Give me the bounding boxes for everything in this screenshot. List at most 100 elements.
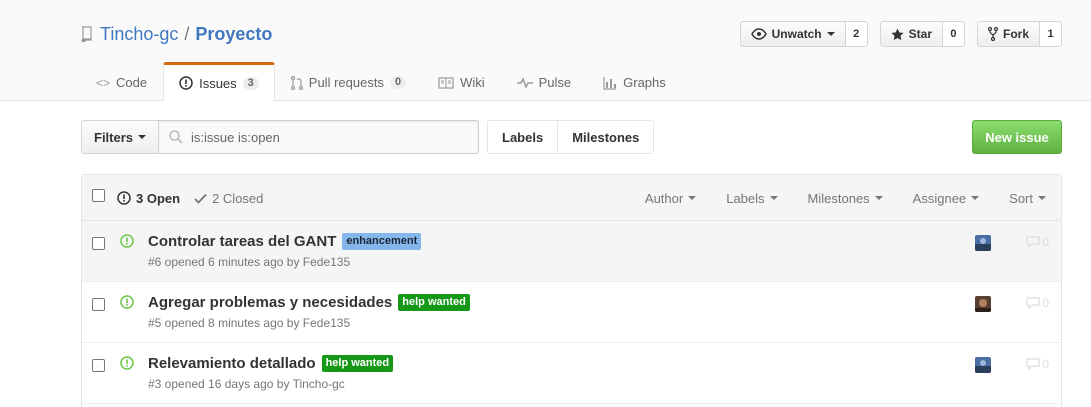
comment-icon: [1026, 358, 1040, 370]
issue-checkbox[interactable]: [92, 298, 105, 311]
pulse-icon: [516, 76, 533, 89]
comment-icon: [1026, 297, 1040, 309]
issue-opened-icon: [117, 191, 131, 205]
issue-meta: #5 opened 8 minutes ago by Fede135: [148, 316, 351, 330]
avatar[interactable]: [975, 235, 991, 251]
open-issues-toggle[interactable]: 3 Open: [117, 191, 180, 206]
tab-issues-label: Issues: [199, 75, 237, 91]
unwatch-label: Unwatch: [771, 27, 822, 41]
search-icon: [169, 130, 183, 144]
issue-opened-icon: [120, 356, 134, 370]
avatar[interactable]: [975, 296, 991, 312]
check-icon: [194, 193, 207, 204]
issue-title-wrap: Relevamiento detallado help wanted: [148, 355, 394, 373]
closed-issues-toggle[interactable]: 2 Closed: [194, 191, 263, 206]
labels-filter-label: Labels: [726, 190, 765, 206]
unwatch-button[interactable]: Unwatch: [739, 21, 846, 47]
tab-graphs[interactable]: Graphs: [587, 62, 682, 101]
repo-name-link[interactable]: Proyecto: [195, 24, 272, 45]
issues-counter: 3: [242, 76, 259, 90]
table-row[interactable]: Controlar tareas del GANT enhancement #6…: [82, 221, 1061, 282]
repo-title: Tincho-gc / Proyecto: [80, 22, 272, 46]
tab-code[interactable]: <> Code: [80, 62, 163, 101]
fork-button[interactable]: Fork: [976, 21, 1040, 47]
issue-title-wrap: Agregar problemas y necesidades help wan…: [148, 294, 470, 312]
repo-nav: <> Code Issues 3 Pull requests 0 Wiki Pu…: [80, 62, 682, 102]
comments-link[interactable]: 0: [1026, 296, 1049, 310]
closed-state-label: 2 Closed: [212, 190, 264, 206]
issue-title-link[interactable]: Relevamiento detallado: [148, 355, 316, 372]
star-button[interactable]: Star: [879, 21, 943, 47]
milestones-filter[interactable]: Milestones: [793, 191, 898, 206]
comment-count: 0: [1042, 235, 1049, 249]
code-icon: <>: [96, 75, 111, 90]
issues-list: 3 Open 2 Closed Author Labels Milestones…: [81, 174, 1062, 407]
table-row[interactable]: Agregar problemas y necesidades help wan…: [82, 282, 1061, 343]
watchers-count[interactable]: 2: [845, 21, 868, 47]
stargazers-count[interactable]: 0: [942, 21, 965, 47]
tab-pull-requests[interactable]: Pull requests 0: [275, 62, 422, 101]
pulls-counter: 0: [389, 76, 407, 89]
sort-filter[interactable]: Sort: [994, 191, 1061, 206]
search-input[interactable]: is:issue is:open: [159, 120, 480, 154]
assignee-filter-label: Assignee: [912, 190, 967, 206]
select-all-checkbox[interactable]: [92, 189, 105, 202]
open-state-label: 3 Open: [136, 190, 181, 206]
issue-opened-icon: [120, 234, 134, 248]
repo-icon: [80, 25, 94, 43]
comment-count: 0: [1042, 296, 1049, 310]
forks-count[interactable]: 1: [1040, 21, 1062, 47]
tab-code-label: Code: [116, 75, 148, 90]
issue-label[interactable]: enhancement: [342, 233, 422, 251]
author-filter[interactable]: Author: [630, 191, 711, 206]
fork-icon: [987, 27, 998, 41]
tab-wiki-label: Wiki: [460, 75, 485, 90]
repo-header: Tincho-gc / Proyecto Unwatch 2 Star 0 Fo…: [0, 0, 1091, 102]
chevron-down-icon: [874, 196, 883, 200]
book-icon: [438, 76, 454, 89]
tab-issues[interactable]: Issues 3: [163, 62, 275, 102]
star-icon: [891, 27, 904, 40]
chevron-down-icon: [971, 196, 980, 200]
comment-icon: [1026, 236, 1040, 248]
fork-group: Fork 1: [976, 21, 1062, 47]
comments-link[interactable]: 0: [1026, 235, 1049, 249]
search-value: is:issue is:open: [191, 129, 280, 145]
labels-milestones-links: Labels Milestones: [487, 120, 655, 154]
labels-link[interactable]: Labels: [488, 121, 557, 153]
list-filters: Author Labels Milestones Assignee Sort: [630, 175, 1061, 221]
issue-label[interactable]: help wanted: [398, 294, 470, 312]
new-issue-button[interactable]: New issue: [972, 120, 1062, 154]
comments-link[interactable]: 0: [1026, 357, 1049, 371]
repo-owner-link[interactable]: Tincho-gc: [100, 24, 178, 45]
comment-count: 0: [1042, 357, 1049, 371]
chevron-down-icon: [769, 196, 778, 200]
issue-title-link[interactable]: Controlar tareas del GANT: [148, 233, 336, 250]
table-row[interactable]: Relevamiento detallado help wanted #3 op…: [82, 343, 1061, 404]
tab-wiki[interactable]: Wiki: [422, 62, 501, 101]
issue-states: 3 Open 2 Closed: [117, 175, 263, 221]
tab-graphs-label: Graphs: [623, 75, 666, 90]
chevron-down-icon: [688, 196, 697, 200]
eye-icon: [750, 28, 767, 40]
milestones-link[interactable]: Milestones: [557, 121, 653, 153]
issue-checkbox[interactable]: [92, 237, 105, 250]
pull-request-icon: [290, 75, 303, 90]
assignee-filter[interactable]: Assignee: [898, 191, 994, 206]
graph-icon: [603, 76, 617, 90]
issue-title-link[interactable]: Agregar problemas y necesidades: [148, 294, 392, 311]
filters-group: Filters is:issue is:open: [81, 120, 480, 154]
issue-checkbox[interactable]: [92, 359, 105, 372]
tab-pulse[interactable]: Pulse: [501, 62, 588, 101]
issue-label[interactable]: help wanted: [321, 355, 394, 373]
issue-meta: #3 opened 16 days ago by Tincho-gc: [148, 377, 345, 391]
filters-label: Filters: [94, 129, 134, 145]
issue-meta: #6 opened 6 minutes ago by Fede135: [148, 255, 351, 269]
milestones-filter-label: Milestones: [807, 190, 870, 206]
labels-filter[interactable]: Labels: [711, 191, 792, 206]
issue-opened-icon: [179, 76, 193, 90]
issue-title-wrap: Controlar tareas del GANT enhancement: [148, 233, 422, 251]
avatar[interactable]: [975, 357, 991, 373]
star-group: Star 0: [879, 21, 965, 47]
filters-button[interactable]: Filters: [81, 120, 160, 154]
